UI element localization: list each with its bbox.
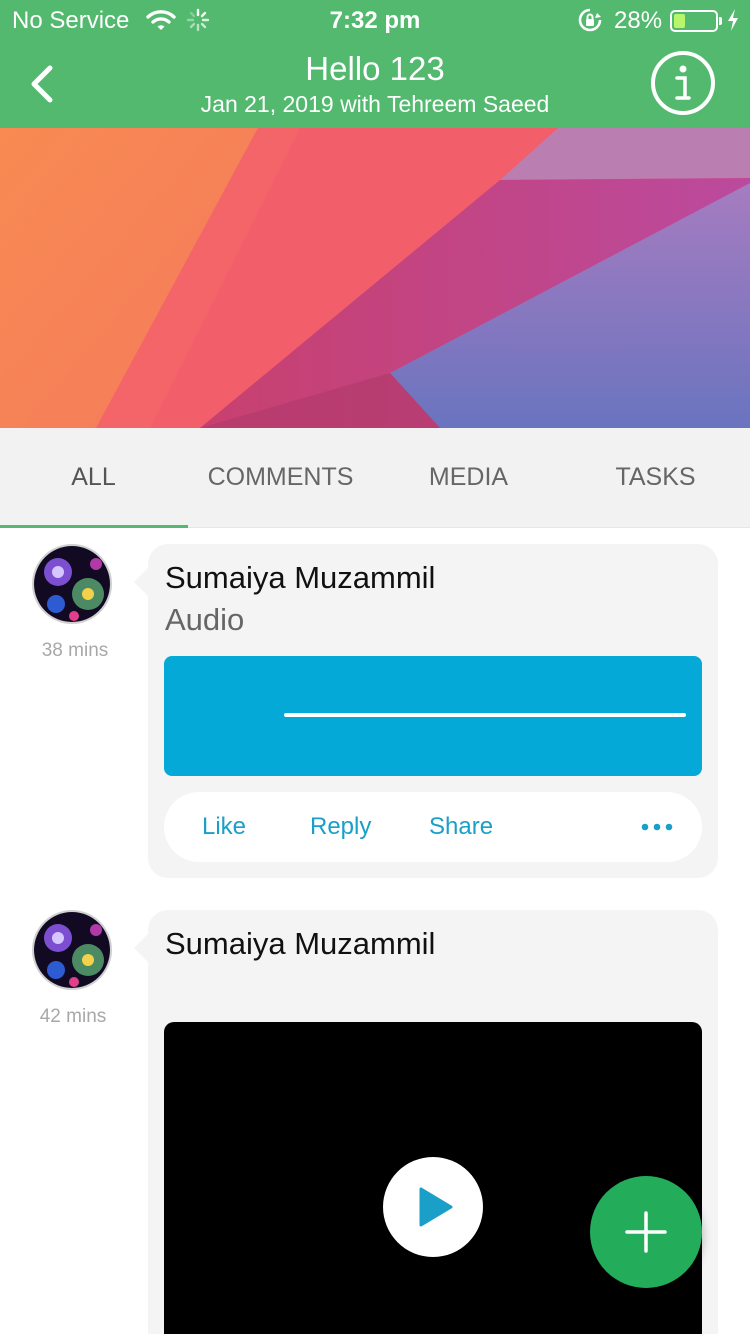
battery-icon xyxy=(670,10,722,32)
ellipsis-icon xyxy=(641,823,673,831)
charging-bolt-icon xyxy=(726,8,740,39)
play-button[interactable] xyxy=(383,1157,483,1257)
cover-image xyxy=(0,128,750,428)
play-icon xyxy=(419,1187,453,1227)
post-card: Sumaiya Muzammil Audio Like Reply Share xyxy=(134,544,718,878)
like-button[interactable]: Like xyxy=(202,792,246,862)
more-options-button[interactable] xyxy=(640,813,674,841)
info-icon xyxy=(651,51,715,115)
page-subtitle: Jan 21, 2019 with Tehreem Saeed xyxy=(200,91,550,117)
plus-icon xyxy=(625,1211,667,1253)
audio-progress-track[interactable] xyxy=(284,713,686,717)
avatar[interactable] xyxy=(32,910,112,990)
active-tab-indicator xyxy=(0,525,188,528)
tab-bar: ALL COMMENTS MEDIA TASKS xyxy=(0,428,750,528)
battery-percent: 28% xyxy=(614,7,663,34)
post-author: Sumaiya Muzammil xyxy=(165,560,436,595)
tab-all[interactable]: ALL xyxy=(0,428,187,528)
app-header: No Service 7:32 pm 28% Hello 123 Jan 21,… xyxy=(0,0,750,128)
post-time: 38 mins xyxy=(41,640,109,661)
tab-tasks[interactable]: TASKS xyxy=(562,428,749,528)
avatar[interactable] xyxy=(32,544,112,624)
reply-button[interactable]: Reply xyxy=(310,792,371,862)
post-time: 42 mins xyxy=(39,1006,107,1027)
status-bar: No Service 7:32 pm 28% xyxy=(0,0,750,40)
tab-comments[interactable]: COMMENTS xyxy=(187,428,374,528)
share-button[interactable]: Share xyxy=(429,792,493,862)
page-title: Hello 123 xyxy=(305,50,445,87)
rotation-lock-icon xyxy=(577,7,603,40)
tab-media[interactable]: MEDIA xyxy=(375,428,562,528)
audio-player[interactable] xyxy=(164,656,702,776)
post-actions: Like Reply Share xyxy=(164,792,702,862)
post-type-label: Audio xyxy=(165,602,245,637)
add-button[interactable] xyxy=(590,1176,702,1288)
post-author: Sumaiya Muzammil xyxy=(165,926,436,961)
info-button[interactable] xyxy=(650,50,716,116)
